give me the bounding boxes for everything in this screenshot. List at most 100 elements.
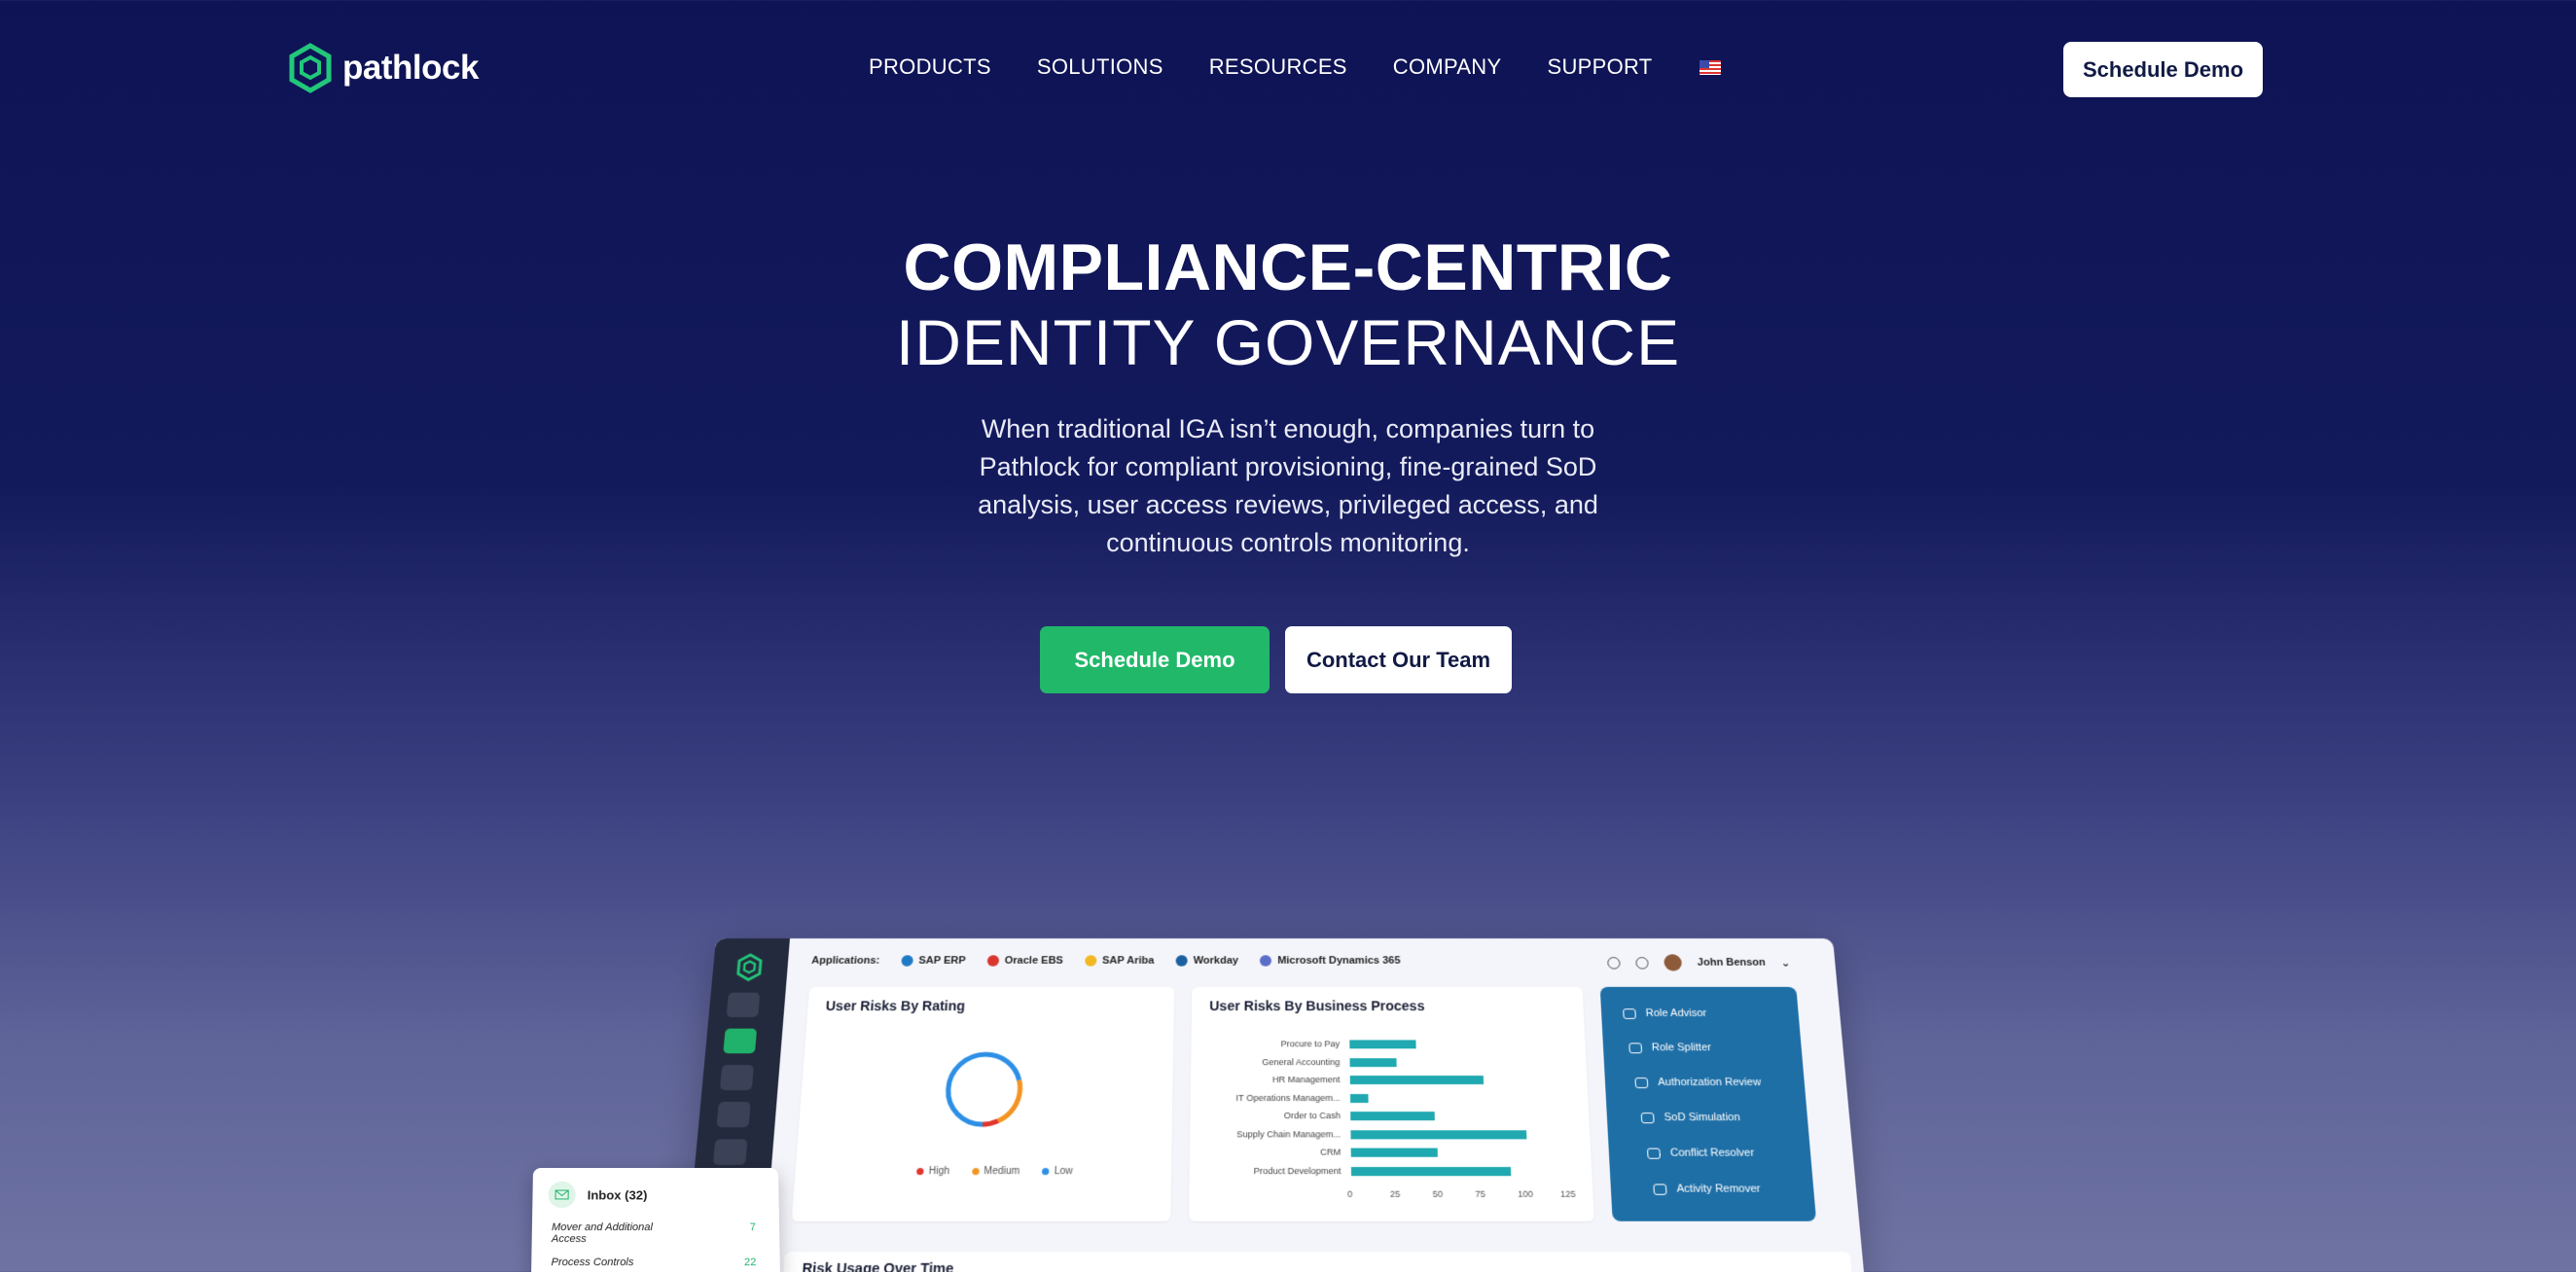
tool-item[interactable]: Role Splitter [1628, 1042, 1711, 1053]
menu-solutions[interactable]: SOLUTIONS [1037, 54, 1163, 80]
business-process-bar-chart: Procure to Pay General Accounting HR Manag… [1189, 987, 1594, 1221]
search-icon [1634, 1078, 1648, 1088]
bar-label: Supply Chain Managem... [1236, 1129, 1341, 1139]
help-icon[interactable] [1635, 957, 1649, 969]
x-tick-label: 75 [1475, 1189, 1485, 1199]
risk-rating-card: User Risks By Rating High Medium Low [792, 987, 1175, 1221]
menu-support[interactable]: SUPPORT [1547, 54, 1652, 80]
users-icon [1623, 1008, 1636, 1019]
app-chip-workday[interactable]: Workday [1175, 955, 1238, 966]
sliders-icon [1653, 1184, 1666, 1194]
nav-schedule-demo-button[interactable]: Schedule Demo [2063, 42, 2263, 97]
app-chip-label: Oracle EBS [1004, 955, 1063, 966]
inbox-row-count: 22 [744, 1256, 757, 1268]
hero-subtitle: IDENTITY GOVERNANCE [0, 305, 2576, 379]
bar-label: HR Management [1272, 1075, 1341, 1084]
inbox-row-count: 7 [750, 1221, 757, 1245]
tool-item-label: Conflict Resolver [1670, 1148, 1755, 1159]
inbox-row-label: Mover and Additional Access [552, 1221, 679, 1245]
inbox-header[interactable]: Inbox (32) [548, 1182, 647, 1209]
tool-item[interactable]: Activity Remover [1653, 1183, 1761, 1194]
avatar[interactable] [1664, 954, 1682, 971]
bar [1350, 1130, 1526, 1139]
tool-item[interactable]: Role Advisor [1623, 1007, 1707, 1019]
user-name[interactable]: John Benson [1697, 957, 1766, 969]
us-flag-icon[interactable] [1699, 60, 1721, 75]
card-title: Risk Usage Over Time [802, 1260, 954, 1272]
donut-chart [937, 1045, 1031, 1133]
sidebar-nav-button[interactable] [727, 993, 761, 1017]
sidebar-nav-button[interactable] [716, 1102, 750, 1127]
legend-low: Low [1042, 1166, 1073, 1177]
main-menu: PRODUCTS SOLUTIONS RESOURCES COMPANY SUP… [869, 54, 1721, 80]
tool-item[interactable]: Conflict Resolver [1647, 1148, 1755, 1159]
top-navigation: pathlock PRODUCTS SOLUTIONS RESOURCES CO… [0, 0, 2576, 138]
contact-team-button[interactable]: Contact Our Team [1285, 626, 1512, 693]
flask-icon [1641, 1113, 1655, 1123]
schedule-demo-button[interactable]: Schedule Demo [1040, 626, 1270, 693]
menu-products[interactable]: PRODUCTS [869, 54, 991, 80]
split-icon [1628, 1042, 1642, 1053]
app-chip-label: Workday [1193, 955, 1238, 966]
bar [1350, 1076, 1485, 1084]
app-chip-dynamics[interactable]: Microsoft Dynamics 365 [1260, 955, 1401, 966]
tool-item[interactable]: SoD Simulation [1641, 1112, 1741, 1123]
brand-logo[interactable]: pathlock [288, 43, 479, 93]
home-icon[interactable] [723, 1029, 757, 1054]
menu-company[interactable]: COMPANY [1393, 54, 1502, 80]
tool-item[interactable]: Authorization Review [1634, 1077, 1761, 1088]
menu-resources[interactable]: RESOURCES [1209, 54, 1347, 80]
chevron-down-icon[interactable]: ⌄ [1780, 957, 1790, 969]
applications-bar: Applications: SAP ERP Oracle EBS SAP Ari… [811, 955, 1401, 966]
sap-ariba-icon [1085, 955, 1096, 966]
sidebar-nav-button[interactable] [720, 1065, 754, 1090]
app-chip-label: SAP ERP [918, 955, 966, 966]
tool-item-label: Role Splitter [1652, 1042, 1712, 1053]
sidebar-nav-button[interactable] [713, 1139, 747, 1165]
x-tick-label: 100 [1518, 1189, 1533, 1199]
app-chip-label: Microsoft Dynamics 365 [1277, 955, 1401, 966]
app-chip-oracle-ebs[interactable]: Oracle EBS [986, 955, 1063, 966]
app-chip-sap-erp[interactable]: SAP ERP [901, 955, 966, 966]
x-tick-label: 25 [1390, 1189, 1401, 1199]
pathlock-logo-icon [733, 953, 766, 981]
app-chip-sap-ariba[interactable]: SAP Ariba [1085, 955, 1155, 966]
risk-usage-card: Risk Usage Over Time [778, 1252, 1857, 1272]
x-tick-label: 0 [1347, 1189, 1352, 1199]
inbox-widget: Inbox (32) Mover and Additional Access 7… [531, 1168, 780, 1272]
bar-label: IT Operations Managem... [1236, 1093, 1341, 1103]
tool-item-label: Role Advisor [1645, 1007, 1706, 1019]
bar-label: Product Development [1254, 1165, 1342, 1175]
tool-item-label: Authorization Review [1658, 1077, 1762, 1088]
tool-item-label: Activity Remover [1676, 1183, 1761, 1194]
pathlock-logo-icon [288, 43, 333, 93]
legend-high: High [916, 1166, 949, 1177]
x-tick-label: 50 [1433, 1189, 1444, 1199]
user-area: John Benson ⌄ [1607, 954, 1791, 971]
inbox-row[interactable]: Mover and Additional Access 7 [552, 1221, 756, 1245]
inbox-row[interactable]: Process Controls 22 [551, 1256, 756, 1268]
card-title: User Risks By Rating [825, 998, 965, 1013]
app-chip-label: SAP Ariba [1102, 955, 1155, 966]
hero-description: When traditional IGA isn’t enough, compa… [938, 410, 1638, 562]
bar-label: Procure to Pay [1281, 1039, 1341, 1048]
bar [1350, 1094, 1369, 1103]
bar [1350, 1112, 1435, 1120]
microsoft-icon [1260, 955, 1271, 966]
inbox-title: Inbox (32) [588, 1187, 648, 1202]
dashboard-preview: Applications: SAP ERP Oracle EBS SAP Ari… [679, 938, 1870, 1272]
legend-medium: Medium [972, 1166, 1020, 1177]
applications-label: Applications: [811, 955, 880, 966]
bar [1350, 1058, 1397, 1067]
shield-icon [1647, 1148, 1661, 1158]
mail-icon [548, 1182, 575, 1209]
tools-panel: Role Advisor Role Splitter Authorization R… [1600, 987, 1816, 1221]
bell-icon[interactable] [1607, 957, 1621, 969]
workday-icon [1175, 955, 1187, 966]
bar [1349, 1040, 1416, 1048]
bar-label: Order to Cash [1284, 1111, 1341, 1120]
tool-item-label: SoD Simulation [1664, 1112, 1740, 1123]
oracle-icon [986, 955, 999, 966]
bar [1351, 1148, 1438, 1157]
brand-name: pathlock [342, 49, 479, 88]
